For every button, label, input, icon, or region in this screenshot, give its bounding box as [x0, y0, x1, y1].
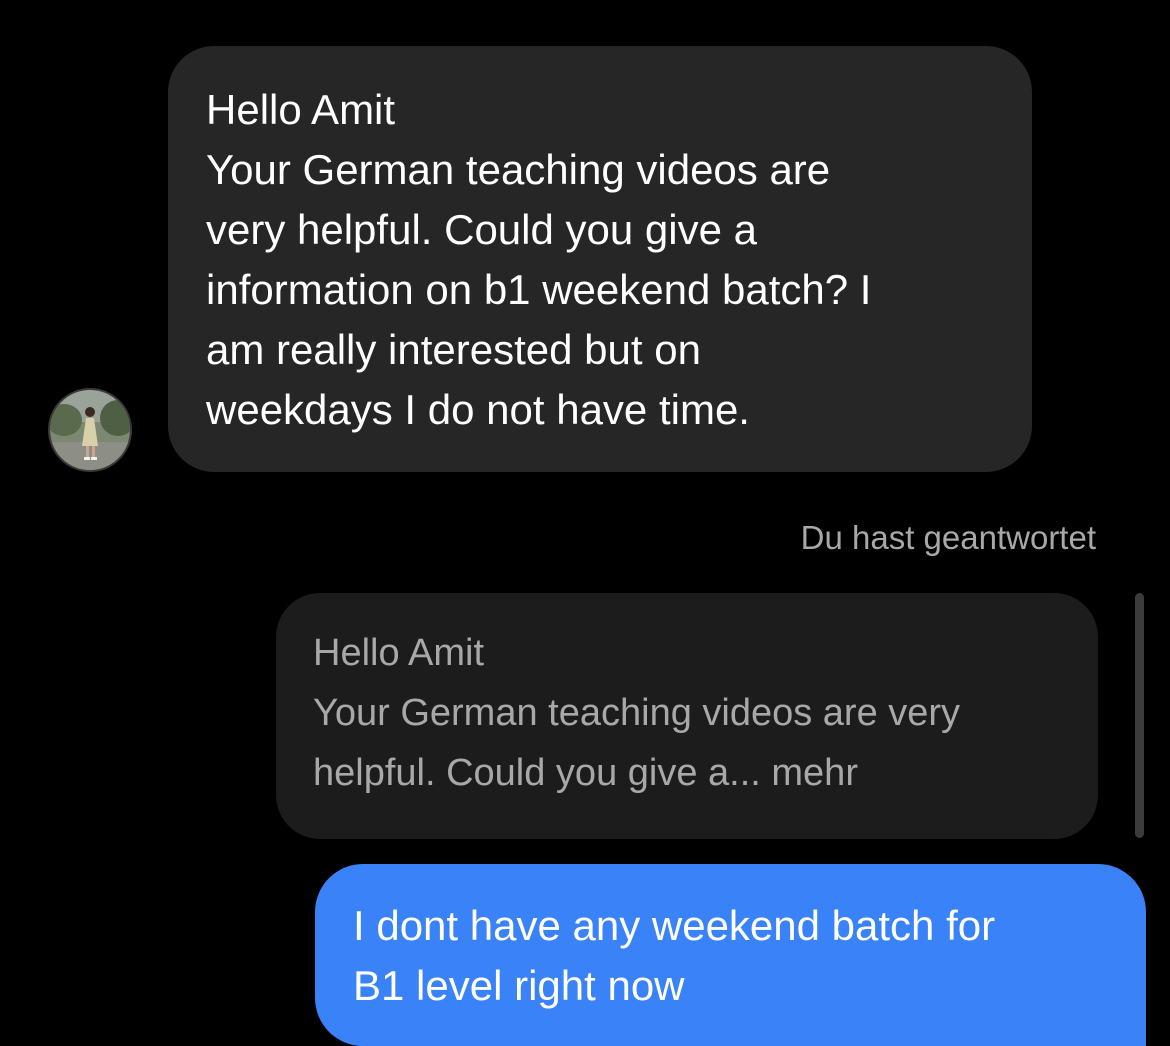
- reply-status-label: Du hast geantwortet: [800, 519, 1096, 556]
- incoming-message-line: Your German teaching videos are: [206, 146, 831, 193]
- quoted-reply-preview[interactable]: Hello Amit Your German teaching videos a…: [276, 593, 1098, 839]
- incoming-message-line: am really interested but on: [206, 326, 701, 373]
- sender-avatar[interactable]: [48, 388, 132, 472]
- quoted-message-line: helpful. Could you give a... mehr: [313, 752, 858, 794]
- outgoing-message-bubble[interactable]: I dont have any weekend batch for B1 lev…: [315, 864, 1146, 1046]
- avatar-photo-icon: [50, 390, 130, 470]
- incoming-message-line: information on b1 weekend batch? I: [206, 266, 872, 313]
- outgoing-message-line: I dont have any weekend batch for: [353, 902, 996, 949]
- incoming-message-line: weekdays I do not have time.: [206, 386, 750, 433]
- incoming-message-bubble[interactable]: Hello Amit Your German teaching videos a…: [168, 46, 1032, 472]
- reply-quote-bar: [1135, 593, 1144, 838]
- incoming-message-line: very helpful. Could you give a: [206, 206, 757, 253]
- quoted-message-title: Hello Amit: [313, 632, 485, 674]
- quoted-message-line: Your German teaching videos are very: [313, 692, 961, 734]
- outgoing-message-line: B1 level right now: [353, 962, 685, 1009]
- incoming-message-line: Hello Amit: [206, 86, 396, 133]
